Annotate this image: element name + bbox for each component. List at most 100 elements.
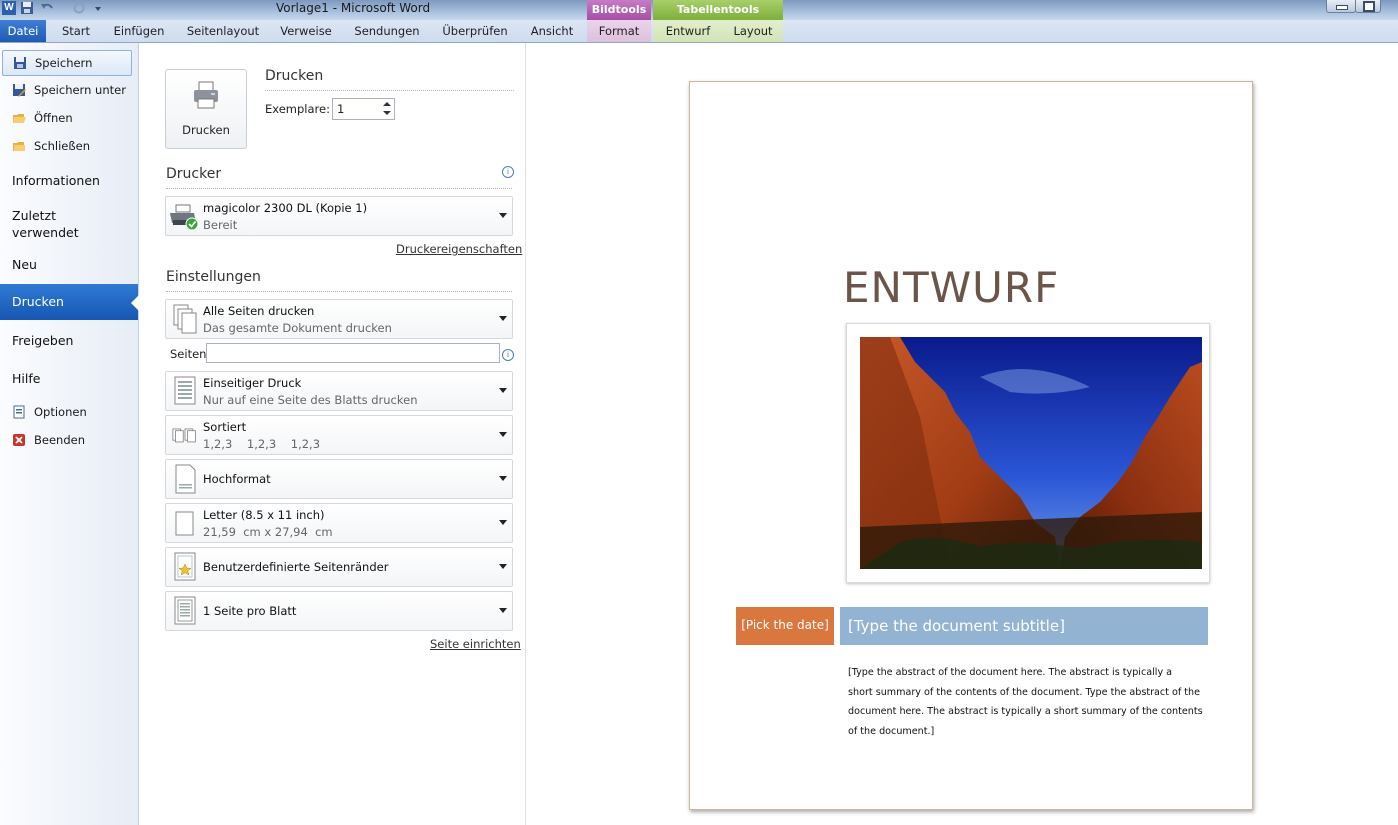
copies-label: Exemplare: (265, 102, 330, 116)
nav-options[interactable]: Optionen (2, 400, 130, 424)
print-button-label: Drucken (182, 123, 230, 137)
tab-view[interactable]: Ansicht (526, 20, 578, 42)
nav-save[interactable]: Speichern (2, 50, 132, 76)
nav-recent[interactable]: Zuletzt verwendet (0, 204, 138, 242)
maximize-button[interactable] (1355, 0, 1381, 13)
document-title: ENTWURF (843, 263, 1060, 312)
page-setup-link[interactable]: Seite einrichten (430, 637, 521, 651)
word-logo-icon[interactable]: W (2, 1, 16, 15)
nav-new[interactable]: Neu (0, 254, 138, 278)
customize-qat-icon[interactable] (93, 1, 103, 15)
canyon-photo (860, 337, 1202, 569)
nav-help-label: Hilfe (12, 371, 41, 386)
margins-title: Benutzerdefinierte Seitenränder (203, 560, 389, 574)
tab-insert[interactable]: Einfügen (110, 20, 168, 42)
chevron-down-icon (499, 388, 507, 393)
tab-layout[interactable]: Layout (728, 20, 778, 42)
tab-mailings[interactable]: Sendungen (350, 20, 424, 42)
paper-size-dropdown[interactable]: Letter (8.5 x 11 inch) 21,59 cm x 27,94 … (165, 503, 513, 543)
info-icon[interactable]: i (502, 349, 514, 361)
minimize-button[interactable] (1326, 0, 1356, 13)
chevron-down-icon (499, 432, 507, 437)
pages-input[interactable] (206, 343, 500, 363)
copies-stepper[interactable]: 1 (332, 98, 395, 120)
single-sided-icon (174, 376, 196, 405)
margins-dropdown[interactable]: Benutzerdefinierte Seitenränder (165, 547, 513, 587)
nav-print-label: Drucken (12, 294, 64, 309)
orientation-dropdown[interactable]: Hochformat (165, 459, 513, 499)
stepper-up-icon[interactable] (383, 102, 391, 106)
printer-properties-link[interactable]: Druckereigenschaften (396, 242, 522, 256)
abstract-line: of the document.] (848, 725, 935, 737)
portrait-page-icon (175, 464, 196, 494)
paper-size-title: Letter (8.5 x 11 inch) (203, 508, 325, 522)
divider (265, 90, 514, 91)
nav-close[interactable]: Schließen (2, 134, 130, 158)
open-folder-icon (13, 114, 26, 123)
nav-close-label: Schließen (34, 139, 90, 153)
save-quick-icon[interactable] (20, 1, 34, 15)
nav-share-label: Freigeben (12, 333, 74, 348)
nav-info-label: Informationen (12, 173, 100, 188)
duplex-dropdown[interactable]: Einseitiger Druck Nur auf eine Seite des… (165, 371, 513, 411)
redo-icon[interactable] (72, 1, 86, 15)
printer-dropdown[interactable]: magicolor 2300 DL (Kopie 1) Bereit (165, 196, 513, 236)
tab-page-layout[interactable]: Seitenlayout (186, 20, 260, 42)
copies-value: 1 (337, 102, 345, 116)
chevron-down-icon (499, 564, 507, 569)
nav-print[interactable]: Drucken (0, 284, 138, 320)
orientation-title: Hochformat (203, 472, 271, 486)
nav-save-as[interactable]: Speichern unter (2, 78, 130, 102)
abstract-text: [Type the abstract of the document here.… (848, 663, 1203, 741)
nav-open[interactable]: Öffnen (2, 106, 130, 130)
exit-icon (13, 434, 25, 446)
save-icon (14, 57, 26, 69)
nav-share[interactable]: Freigeben (0, 330, 138, 354)
collation-subtitle: 1,2,3 1,2,3 1,2,3 (203, 437, 321, 451)
nav-exit[interactable]: Beenden (2, 428, 130, 452)
tab-start[interactable]: Start (54, 20, 98, 42)
print-button[interactable]: Drucken (165, 69, 247, 149)
abstract-line: short summary of the contents of the doc… (848, 686, 1201, 698)
chevron-down-icon (499, 476, 507, 481)
tab-references[interactable]: Verweise (277, 20, 335, 42)
nav-exit-label: Beenden (34, 433, 85, 447)
print-range-title: Alle Seiten drucken (203, 304, 315, 318)
collation-dropdown[interactable]: Sortiert 1,2,3 1,2,3 1,2,3 (165, 415, 513, 455)
tab-file[interactable]: Datei (0, 20, 46, 42)
date-placeholder: [Pick the date] (741, 618, 829, 632)
divider (166, 188, 512, 189)
nav-recent-label: Zuletzt verwendet (12, 208, 79, 240)
tab-format[interactable]: Format (592, 20, 646, 42)
paper-icon (175, 511, 194, 536)
nav-save-as-label: Speichern unter (34, 83, 126, 97)
printer-name: magicolor 2300 DL (Kopie 1) (203, 201, 368, 215)
chevron-down-icon (499, 213, 507, 218)
undo-icon[interactable] (40, 1, 54, 15)
subtitle-placeholder: [Type the document subtitle] (848, 617, 1065, 635)
context-group-picture-tools: Bildtools (587, 0, 651, 20)
abstract-line: document here. The abstract is typically… (848, 706, 1203, 717)
pages-stack-icon (173, 304, 197, 334)
tab-design[interactable]: Entwurf (661, 20, 715, 42)
save-as-icon (13, 84, 26, 97)
nav-info[interactable]: Informationen (0, 170, 138, 194)
duplex-subtitle: Nur auf eine Seite des Blatts drucken (203, 393, 418, 407)
collation-title: Sortiert (203, 420, 247, 434)
pages-per-sheet-dropdown[interactable]: 1 Seite pro Blatt (165, 591, 513, 631)
options-icon (13, 405, 25, 419)
nav-options-label: Optionen (34, 405, 87, 419)
pages-per-sheet-title: 1 Seite pro Blatt (203, 604, 297, 618)
stepper-down-icon[interactable] (383, 111, 391, 115)
close-folder-icon (13, 142, 25, 151)
tab-review[interactable]: Überprüfen (438, 20, 512, 42)
nav-new-label: Neu (12, 257, 37, 272)
window-title: Vorlage1 - Microsoft Word (276, 1, 431, 15)
printer-ready-icon (170, 204, 199, 231)
info-icon[interactable]: i (502, 166, 514, 178)
print-range-dropdown[interactable]: Alle Seiten drucken Das gesamte Dokument… (165, 299, 513, 339)
nav-save-label: Speichern (35, 56, 93, 70)
nav-help[interactable]: Hilfe (0, 368, 138, 392)
paper-size-subtitle: 21,59 cm x 27,94 cm (203, 525, 333, 539)
chevron-down-icon (499, 316, 507, 321)
